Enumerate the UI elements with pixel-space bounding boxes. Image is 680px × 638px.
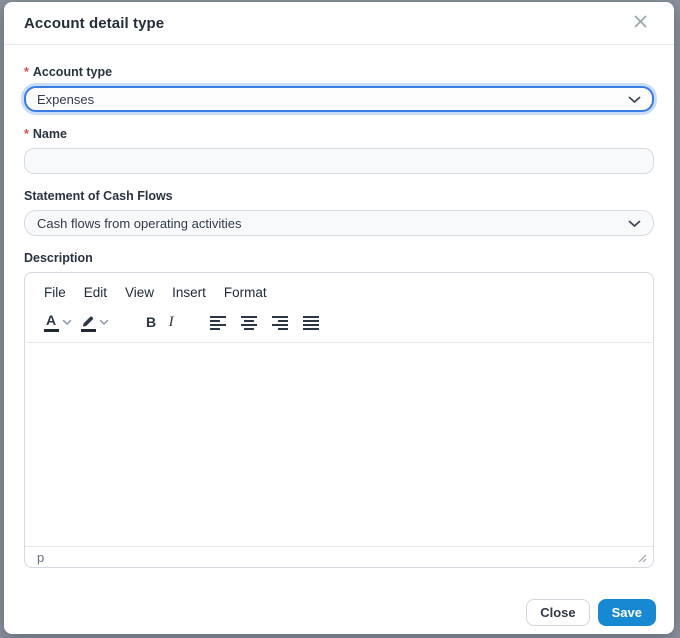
cash-flow-label: Statement of Cash Flows — [24, 189, 654, 203]
required-marker: * — [24, 65, 29, 79]
align-right-icon — [272, 316, 289, 330]
dialog-header: Account detail type — [4, 2, 674, 45]
element-path[interactable]: p — [37, 550, 44, 565]
close-icon[interactable] — [629, 12, 652, 34]
description-field: Description File Edit View Insert Format… — [24, 251, 654, 568]
italic-icon: I — [168, 314, 174, 330]
description-rich-text-editor: File Edit View Insert Format A B I p — [24, 272, 654, 568]
description-label: Description — [24, 251, 654, 265]
align-center-icon — [241, 316, 258, 330]
highlight-color-bar — [80, 328, 96, 332]
align-left-icon — [210, 316, 227, 330]
editor-toolbar: A B I — [25, 305, 653, 342]
align-right-button[interactable] — [269, 314, 291, 331]
text-color-button[interactable]: A — [41, 312, 61, 333]
highlight-color-button[interactable] — [78, 313, 98, 333]
required-marker: * — [24, 127, 29, 141]
editor-statusbar: p — [25, 546, 653, 567]
editor-content-area[interactable] — [25, 343, 653, 546]
chevron-down-icon — [628, 92, 641, 107]
cash-flow-label-text: Statement of Cash Flows — [24, 189, 173, 203]
highlight-color-chevron-icon[interactable] — [99, 319, 109, 326]
color-tools-group: A — [41, 312, 115, 333]
save-button[interactable]: Save — [597, 599, 656, 626]
text-color-letter: A — [45, 312, 57, 328]
italic-button[interactable]: I — [161, 313, 181, 332]
text-color-chevron-icon[interactable] — [62, 319, 72, 326]
dialog-title: Account detail type — [24, 14, 165, 32]
bold-icon: B — [146, 314, 157, 330]
resize-handle-icon[interactable] — [636, 552, 647, 563]
menu-file[interactable]: File — [37, 282, 73, 303]
cash-flow-value: Cash flows from operating activities — [37, 215, 242, 231]
name-label-text: Name — [32, 127, 67, 141]
highlighter-icon — [83, 316, 94, 327]
description-label-text: Description — [24, 251, 93, 265]
account-type-value: Expenses — [37, 91, 95, 107]
account-type-label-text: Account type — [32, 65, 113, 79]
account-type-select[interactable]: Expenses — [24, 86, 654, 112]
justify-icon — [303, 316, 320, 330]
align-left-button[interactable] — [207, 314, 229, 331]
editor-menubar: File Edit View Insert Format — [25, 273, 653, 305]
justify-button[interactable] — [300, 314, 322, 331]
font-style-group: B I — [141, 313, 181, 332]
align-center-button[interactable] — [238, 314, 260, 331]
cash-flow-select[interactable]: Cash flows from operating activities — [24, 210, 654, 236]
account-type-label: * Account type — [24, 65, 654, 79]
menu-edit[interactable]: Edit — [77, 282, 114, 303]
text-color-bar — [43, 329, 59, 332]
alignment-group — [207, 314, 322, 331]
name-label: * Name — [24, 127, 654, 141]
menu-format[interactable]: Format — [217, 282, 274, 303]
dialog-body: * Account type Expenses * Name Statement… — [4, 45, 674, 583]
account-type-field: * Account type Expenses — [24, 65, 654, 112]
name-input[interactable] — [24, 148, 654, 174]
menu-view[interactable]: View — [118, 282, 161, 303]
cash-flow-field: Statement of Cash Flows Cash flows from … — [24, 189, 654, 236]
close-button[interactable]: Close — [526, 599, 590, 626]
name-field: * Name — [24, 127, 654, 174]
bold-button[interactable]: B — [141, 313, 161, 332]
dialog-footer: Close Save — [4, 583, 674, 638]
chevron-down-icon — [628, 216, 641, 231]
menu-insert[interactable]: Insert — [165, 282, 213, 303]
account-detail-type-dialog: Account detail type * Account type Expen… — [4, 2, 674, 634]
